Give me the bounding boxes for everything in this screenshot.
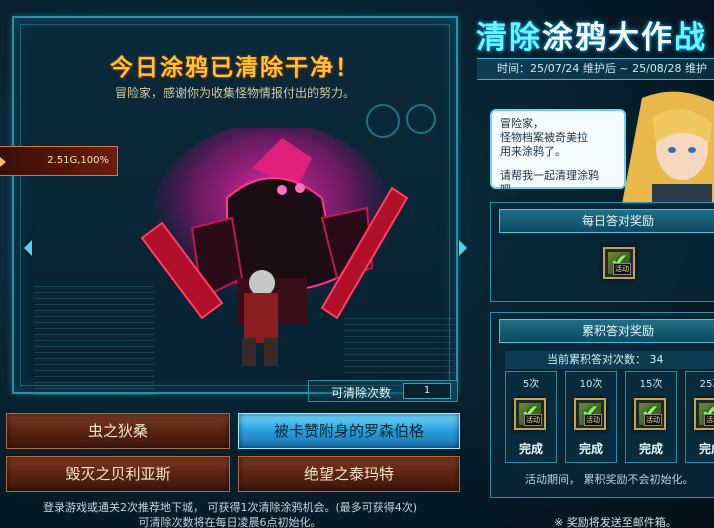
milestone-25[interactable]: 25次 ✔ 活动 完成 — [685, 371, 714, 463]
event-page: 今日涂鸦已清除干净！ 冒险家，感谢你为收集怪物情报付出的努力。 可清除次数 1 … — [0, 0, 714, 528]
event-title: 清除涂鸦大作战 — [476, 12, 707, 57]
npc-portrait — [622, 91, 714, 204]
prev-arrow-icon[interactable] — [24, 240, 32, 256]
milestone-reward-item[interactable]: ✔ 活动 — [694, 398, 714, 430]
dialog-line-4: 请帮我一起清理涂鸦吧。 — [500, 169, 599, 196]
dialog-line-2: 怪物档案被奇美拉 — [500, 131, 588, 144]
cumulative-count-value: 34 — [649, 353, 664, 366]
milestone-status: 完成 — [518, 442, 543, 456]
daily-reward-item[interactable]: ✔ 活动 — [603, 247, 635, 279]
gauge-arrow-icon — [0, 157, 6, 167]
boss-button-dissang[interactable]: 虫之狄桑 — [6, 413, 230, 449]
milestone-reward-item[interactable]: ✔ 活动 — [514, 398, 546, 430]
cumulative-reward-section: 累积答对奖励 当前累积答对次数： 34 5次 ✔ 活动 完成 10次 ✔ 活动 … — [490, 312, 714, 498]
milestone-status: 完成 — [638, 442, 663, 456]
monster-illustration — [140, 128, 409, 366]
milestone-status: 完成 — [578, 442, 603, 456]
dialog-line-1: 冒险家， — [500, 117, 544, 130]
milestone-status: 完成 — [698, 442, 714, 456]
notice-line-1: 登录游戏或通关2次推荐地下城， 可获得1次清除涂鸦机会。(最多可获得4次) — [42, 501, 418, 514]
cumulative-count: 当前累积答对次数： 34 — [505, 351, 714, 369]
page-subtitle: 冒险家，感谢你为收集怪物情报付出的努力。 — [114, 86, 355, 100]
daily-reward-section: 每日答对奖励 ✔ 活动 — [490, 202, 714, 302]
cumulative-reward-heading: 累积答对奖励 — [499, 319, 714, 343]
event-title-part2: 涂鸦大作 — [542, 20, 674, 56]
milestone-5[interactable]: 5次 ✔ 活动 完成 — [505, 371, 557, 463]
dialog-line-3: 用来涂鸦了。 — [500, 145, 566, 158]
event-title-part3: 战 — [674, 20, 707, 56]
cumulative-count-label: 当前累积答对次数： — [547, 353, 646, 366]
event-period: 时间：25/07/24 维护后 ~ 25/08/28 维护 — [477, 58, 714, 80]
milestone-15[interactable]: 15次 ✔ 活动 完成 — [625, 371, 677, 463]
daily-reward-badge: 活动 — [613, 263, 631, 275]
npc-dialog: 冒险家， 怪物档案被奇美拉 用来涂鸦了。 请帮我一起清理涂鸦吧。 — [490, 109, 626, 196]
cumulative-footer-note: 活动期间， 累积奖励不会初始化。 — [525, 473, 694, 486]
milestone-reward-item[interactable]: ✔ 活动 — [574, 398, 606, 430]
gauge-text: 2.51G,100% — [47, 155, 109, 166]
daily-reward-heading: 每日答对奖励 — [499, 209, 714, 233]
boss-button-rosenberg[interactable]: 被卡赞附身的罗森伯格 — [238, 413, 460, 449]
clear-count-value: 1 — [403, 383, 451, 399]
graffiti-panel: 今日涂鸦已清除干净！ 冒险家，感谢你为收集怪物情报付出的努力。 可清除次数 1 — [12, 16, 467, 402]
boss-button-tiamat[interactable]: 绝望之泰玛特 — [238, 456, 460, 492]
milestone-10[interactable]: 10次 ✔ 活动 完成 — [565, 371, 617, 463]
event-title-part1: 清除 — [476, 20, 542, 56]
clear-count-label: 可清除次数 — [331, 386, 392, 400]
page-title: 今日涂鸦已清除干净！ — [110, 55, 360, 81]
boss-button-belias[interactable]: 毁灭之贝利亚斯 — [6, 456, 230, 492]
milestone-reward-item[interactable]: ✔ 活动 — [634, 398, 666, 430]
mail-note: ※ 奖励将发送至邮件箱。 — [554, 516, 677, 528]
clear-count-display: 可清除次数 1 — [308, 380, 458, 402]
next-arrow-icon[interactable] — [459, 240, 467, 256]
notice-line-2: 可清除次数将在每日凌晨6点初始化。 — [138, 516, 322, 528]
progress-gauge: 2.51G,100% — [0, 146, 118, 176]
